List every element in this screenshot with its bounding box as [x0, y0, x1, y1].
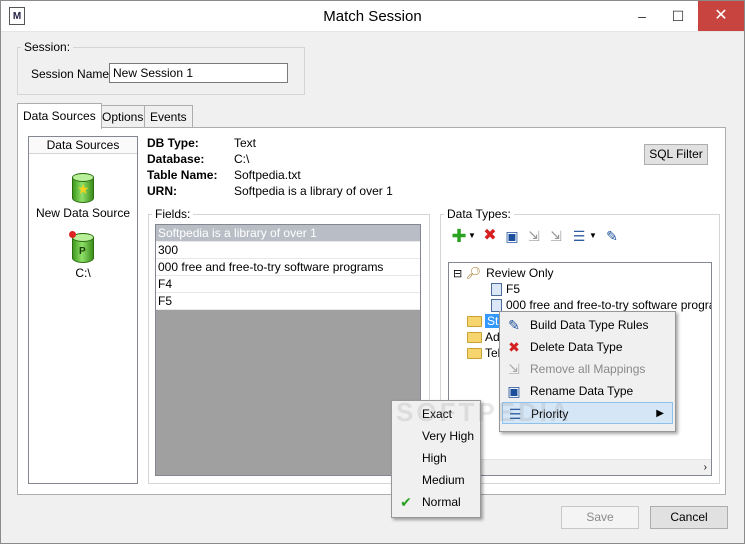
menu-item-delete-data-type[interactable]: ✖ Delete Data Type	[502, 336, 673, 358]
urn-value: Softpedia is a library of over 1	[234, 184, 393, 198]
tree-item-folder[interactable]: Tel	[467, 345, 500, 361]
urn-label: URN:	[147, 184, 177, 198]
unmap-icon[interactable]: ⇲	[525, 227, 543, 245]
tree-item-label: Ad	[485, 330, 500, 344]
database-p-icon: P	[69, 231, 94, 263]
priority-item-very-high[interactable]: Very High	[394, 425, 478, 447]
data-source-label: New Data Source	[35, 206, 131, 220]
table-name-value: Softpedia.txt	[234, 168, 301, 182]
data-sources-header: Data Sources	[29, 137, 137, 154]
database-label: Database:	[147, 152, 205, 166]
table-row[interactable]: F5	[156, 293, 420, 310]
session-name-label: Session Name:	[31, 67, 113, 81]
tree-item-folder[interactable]: Ad	[467, 329, 500, 345]
data-source-label: C:\	[75, 266, 91, 280]
table-row[interactable]: 300	[156, 242, 420, 259]
list-icon[interactable]: ☰	[570, 227, 588, 245]
minimize-button[interactable]: –	[626, 1, 658, 31]
field-icon	[491, 283, 502, 297]
session-name-input[interactable]: New Session 1	[109, 63, 288, 83]
close-button[interactable]: ✕	[698, 1, 744, 31]
unmap-all-icon[interactable]: ⇲	[547, 227, 565, 245]
softpedia-watermark: SOFTPEDIA	[396, 397, 572, 427]
table-row[interactable]: F4	[156, 276, 420, 293]
table-name-label: Table Name:	[147, 168, 218, 182]
priority-item-medium[interactable]: Medium	[394, 469, 478, 491]
priority-item-high[interactable]: High	[394, 447, 478, 469]
build-rules-icon: ✎	[508, 317, 520, 333]
match-session-window: M Match Session – ☐ ✕ Session: Session N…	[0, 0, 745, 544]
scroll-right-icon[interactable]: ›	[704, 460, 707, 475]
build-rules-icon[interactable]: ✎	[603, 227, 621, 245]
tree-item-label: F5	[506, 282, 521, 296]
add-icon[interactable]: ✚	[450, 227, 468, 245]
data-types-label: Data Types:	[444, 207, 514, 221]
session-group-label: Session:	[21, 40, 74, 54]
submenu-arrow-icon: ▶	[656, 408, 664, 419]
fields-table[interactable]: Softpedia is a library of over 1 300 000…	[155, 224, 421, 476]
tab-data-sources[interactable]: Data Sources	[17, 103, 102, 129]
folder-icon	[467, 348, 482, 360]
tab-options[interactable]: Options	[96, 105, 150, 128]
fields-label: Fields:	[152, 207, 194, 221]
dropdown-arrow-icon[interactable]: ▼	[468, 227, 476, 245]
tree-item-label: Review Only	[486, 266, 554, 280]
horizontal-scrollbar[interactable]: ›	[449, 459, 711, 475]
data-source-item[interactable]: ★ New Data Source	[29, 173, 137, 220]
save-button[interactable]: Save	[561, 506, 639, 529]
folder-icon	[467, 316, 482, 328]
maximize-button[interactable]: ☐	[662, 1, 694, 31]
tree-item-label: 000 free and free-to-try software progra…	[506, 298, 712, 312]
menu-item-build-rules[interactable]: ✎ Build Data Type Rules	[502, 314, 673, 336]
delete-icon: ✖	[508, 339, 520, 355]
collapse-toggle-icon[interactable]: ⊟	[453, 268, 462, 280]
database-star-icon: ★	[72, 173, 94, 203]
sql-filter-button[interactable]: SQL Filter	[644, 144, 708, 165]
menu-item-remove-mappings: ⇲ Remove all Mappings	[502, 358, 673, 380]
priority-item-normal[interactable]: ✔ Normal	[394, 491, 478, 513]
cancel-button[interactable]: Cancel	[650, 506, 728, 529]
table-row[interactable]: 000 free and free-to-try software progra…	[156, 259, 420, 276]
table-row[interactable]: Softpedia is a library of over 1	[156, 225, 420, 242]
dropdown-arrow-icon[interactable]: ▼	[589, 227, 597, 245]
tree-item-field[interactable]: F5	[491, 281, 520, 297]
db-type-label: DB Type:	[147, 136, 199, 150]
title-bar[interactable]: M Match Session – ☐ ✕	[1, 1, 744, 32]
data-sources-list[interactable]: Data Sources ★ New Data Source P C:\	[28, 136, 138, 484]
checkmark-icon: ✔	[400, 494, 412, 510]
unmap-icon: ⇲	[508, 361, 520, 377]
folder-icon	[467, 332, 482, 344]
delete-icon[interactable]: ✖	[481, 227, 499, 245]
magnifier-icon: 🔎︎	[465, 266, 481, 280]
tree-item-review-only[interactable]: ⊟ 🔎︎ Review Only	[453, 265, 554, 282]
map-icon[interactable]: ▣	[503, 227, 521, 245]
database-value: C:\	[234, 152, 250, 166]
data-source-item[interactable]: P C:\	[29, 231, 137, 280]
db-type-value: Text	[234, 136, 257, 150]
tab-events[interactable]: Events	[144, 105, 193, 128]
